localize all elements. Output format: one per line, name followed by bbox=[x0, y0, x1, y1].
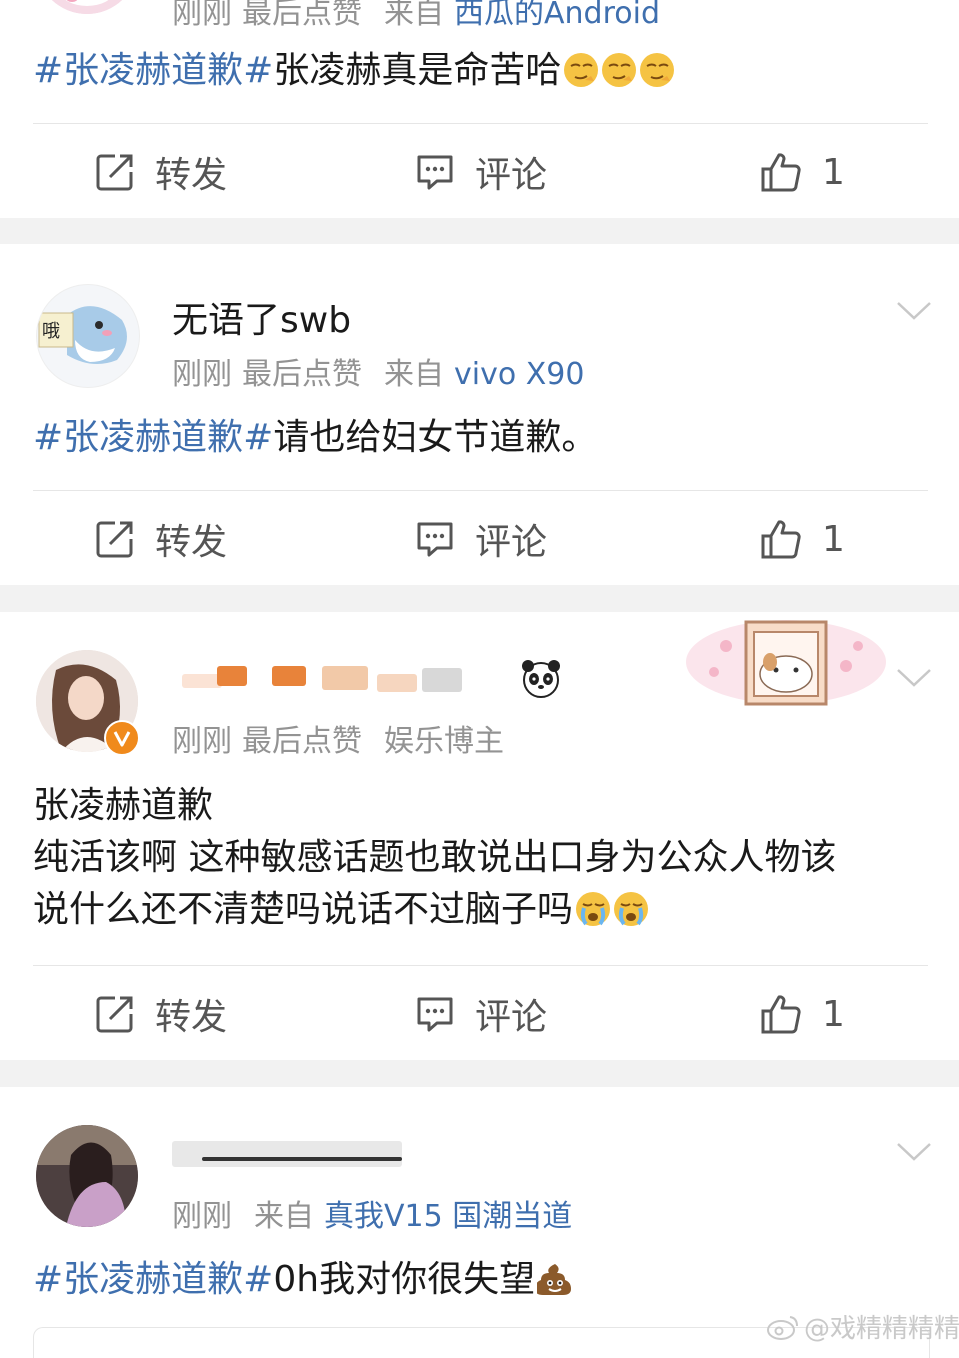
comment-button[interactable]: 评论 bbox=[415, 514, 547, 564]
weibo-logo-icon bbox=[767, 1315, 798, 1340]
repost-button[interactable]: 转发 bbox=[95, 989, 227, 1039]
like-button[interactable]: 1 bbox=[760, 147, 845, 197]
post-source[interactable]: 西瓜的Android bbox=[454, 0, 660, 31]
like-count: 1 bbox=[822, 151, 845, 193]
thumbs-up-icon bbox=[761, 520, 801, 559]
post-content: 张凌赫道歉 纯活该啊 这种敏感话题也敢说出口身为公众人物该 说什么还不清楚吗说话… bbox=[33, 780, 928, 936]
post-card-3: 刚刚 最后点赞 娱乐博主 张凌赫道歉 纯活该啊 这种敏感话题也敢说出口身为公众人物该… bbox=[0, 612, 959, 1060]
topic-link[interactable]: #张凌赫道歉# bbox=[33, 1259, 273, 1300]
user-name-obscured[interactable] bbox=[172, 1135, 422, 1175]
repost-label: 转发 bbox=[155, 522, 228, 563]
avatar[interactable] bbox=[36, 0, 138, 14]
chevron-down-icon[interactable] bbox=[896, 667, 932, 689]
repost-icon bbox=[96, 521, 133, 558]
comment-button[interactable]: 评论 bbox=[415, 989, 547, 1039]
obscured-block bbox=[182, 674, 222, 688]
post-meta: 刚刚 来自 真我V15 国潮当道 bbox=[172, 1191, 582, 1235]
post-separator bbox=[0, 585, 959, 612]
obscured-block bbox=[377, 674, 417, 692]
post-text: 张凌赫真是命苦哈 bbox=[273, 50, 562, 91]
post-text-line: 纯活该啊 这种敏感话题也敢说出口身为公众人物该 bbox=[33, 837, 837, 878]
post-card-2: 哦 无语了swb 刚刚 最后点赞 来自 vivo X90 #张凌赫道歉#请也给妇女节道… bbox=[0, 244, 959, 585]
obscured-block bbox=[322, 666, 368, 690]
chevron-down-icon[interactable] bbox=[896, 1141, 932, 1163]
like-button[interactable]: 1 bbox=[760, 989, 845, 1039]
avatar-text: 哦 bbox=[42, 321, 60, 342]
comment-button[interactable]: 评论 bbox=[415, 147, 547, 197]
post-content: #张凌赫道歉#张凌赫真是命苦哈 bbox=[33, 45, 928, 97]
like-count: 1 bbox=[822, 993, 845, 1035]
repost-button[interactable]: 转发 bbox=[95, 514, 227, 564]
chevron-down-icon[interactable] bbox=[896, 300, 932, 322]
post-text-line: 说什么还不清楚吗说话不过脑子吗 bbox=[33, 889, 574, 930]
topic-link[interactable]: #张凌赫道歉# bbox=[33, 50, 273, 91]
post-separator bbox=[0, 218, 959, 244]
post-content: #张凌赫道歉#0h我对你很失望 bbox=[33, 1254, 928, 1306]
post-meta: 刚刚 最后点赞 来自 vivo X90 bbox=[172, 349, 594, 393]
repost-icon bbox=[96, 154, 133, 191]
obscured-block bbox=[217, 666, 247, 686]
divider bbox=[33, 490, 928, 491]
topic-link[interactable]: #张凌赫道歉# bbox=[33, 417, 273, 458]
smirk-emoji-icon bbox=[602, 53, 637, 87]
thumbs-up-icon bbox=[761, 153, 801, 192]
smirk-emoji-icon bbox=[564, 53, 599, 87]
post-like-note: 最后点赞 bbox=[242, 357, 362, 392]
post-from-label: 来自 bbox=[384, 357, 444, 392]
divider bbox=[33, 965, 928, 966]
comment-icon bbox=[417, 997, 453, 1032]
post-tag: 娱乐博主 bbox=[384, 724, 504, 759]
post-text-line-3: 说什么还不清楚吗说话不过脑子吗 bbox=[33, 884, 928, 936]
like-button[interactable]: 1 bbox=[760, 514, 845, 564]
poop-emoji-icon bbox=[537, 1264, 572, 1295]
obscured-block bbox=[202, 1157, 402, 1161]
divider bbox=[33, 123, 928, 124]
obscured-block bbox=[422, 668, 462, 692]
post-from-label: 来自 bbox=[384, 0, 444, 31]
avatar[interactable]: 哦 bbox=[36, 284, 140, 388]
crying-emoji-icon bbox=[614, 892, 649, 926]
post-time: 刚刚 bbox=[172, 724, 232, 759]
crying-emoji-icon bbox=[576, 892, 611, 926]
post-text: 请也给妇女节道歉。 bbox=[273, 417, 598, 458]
thumbs-up-icon bbox=[761, 995, 801, 1034]
post-from-label: 来自 bbox=[254, 1199, 314, 1234]
repost-button[interactable]: 转发 bbox=[95, 147, 227, 197]
post-like-note: 最后点赞 bbox=[242, 0, 362, 31]
panda-icon bbox=[522, 660, 560, 698]
post-text: 0h我对你很失望 bbox=[273, 1259, 536, 1300]
avatar[interactable] bbox=[36, 1125, 138, 1227]
post-separator bbox=[0, 1060, 959, 1087]
post-meta: 刚刚 最后点赞 来自 西瓜的Android bbox=[172, 0, 670, 32]
decoration-card-icon bbox=[686, 620, 886, 706]
post-meta: 刚刚 最后点赞 娱乐博主 bbox=[172, 716, 514, 760]
user-name[interactable]: 无语了swb bbox=[172, 291, 351, 343]
comment-label: 评论 bbox=[475, 155, 548, 196]
comment-icon bbox=[417, 155, 453, 190]
post-text-line: 张凌赫道歉 bbox=[33, 785, 214, 826]
repost-label: 转发 bbox=[155, 155, 228, 196]
post-like-note: 最后点赞 bbox=[242, 724, 362, 759]
post-content: #张凌赫道歉#请也给妇女节道歉。 bbox=[33, 412, 928, 464]
repost-label: 转发 bbox=[155, 997, 228, 1038]
post-card-1: 刚刚 最后点赞 来自 西瓜的Android #张凌赫道歉#张凌赫真是命苦哈 转发 评论… bbox=[0, 0, 959, 218]
post-source[interactable]: 真我V15 国潮当道 bbox=[324, 1199, 572, 1234]
post-time: 刚刚 bbox=[172, 0, 232, 31]
watermark: @戏精精精精 bbox=[766, 1308, 959, 1345]
like-count: 1 bbox=[822, 518, 845, 560]
post-source[interactable]: vivo X90 bbox=[454, 357, 584, 392]
verified-badge-icon bbox=[104, 720, 140, 756]
user-name-obscured[interactable] bbox=[172, 662, 512, 704]
smirk-emoji-icon bbox=[640, 53, 675, 87]
obscured-block bbox=[272, 666, 306, 686]
watermark-text: @戏精精精精 bbox=[804, 1314, 959, 1344]
comment-label: 评论 bbox=[475, 997, 548, 1038]
post-time: 刚刚 bbox=[172, 357, 232, 392]
comment-icon bbox=[417, 522, 453, 557]
post-time: 刚刚 bbox=[172, 1199, 232, 1234]
obscured-block bbox=[172, 1141, 402, 1167]
comment-label: 评论 bbox=[475, 522, 548, 563]
repost-icon bbox=[96, 996, 133, 1033]
